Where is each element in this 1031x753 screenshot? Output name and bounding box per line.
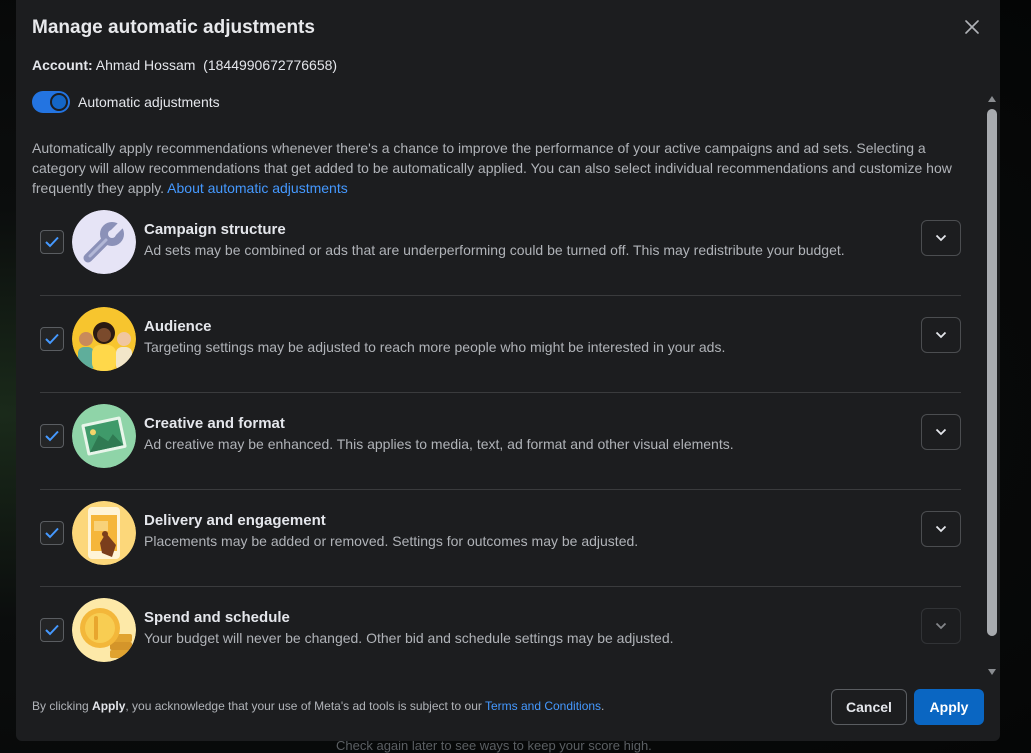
scrollbar-thumb[interactable] [987, 109, 997, 636]
category-title: Creative and format [144, 415, 285, 432]
category-description: Ad sets may be combined or ads that are … [144, 242, 845, 258]
people-icon [72, 307, 136, 371]
apply-button[interactable]: Apply [914, 689, 984, 725]
about-automatic-adjustments-link[interactable]: About automatic adjustments [167, 180, 348, 196]
terms-text: , you acknowledge that your use of Meta'… [125, 699, 485, 713]
category-spend-and-schedule: Spend and schedule Your budget will neve… [40, 587, 961, 678]
category-description: Placements may be added or removed. Sett… [144, 533, 639, 549]
toggle-label: Automatic adjustments [78, 94, 220, 110]
creative-and-format-checkbox[interactable] [40, 424, 64, 448]
chevron-down-icon [935, 428, 947, 436]
chevron-down-icon [935, 622, 947, 630]
terms-notice: By clicking Apply, you acknowledge that … [32, 699, 604, 713]
campaign-structure-expand-button[interactable] [921, 220, 961, 256]
category-title: Campaign structure [144, 221, 286, 238]
checkmark-icon [45, 527, 59, 539]
tap-icon [72, 501, 136, 565]
category-audience: Audience Targeting settings may be adjus… [40, 296, 961, 393]
category-description: Targeting settings may be adjusted to re… [144, 339, 726, 355]
chevron-down-icon [935, 331, 947, 339]
checkmark-icon [45, 333, 59, 345]
scroll-down-arrow-icon[interactable] [988, 669, 996, 675]
account-value: Ahmad Hossam (1844990672776658) [95, 57, 338, 73]
creative-and-format-expand-button[interactable] [921, 414, 961, 450]
category-delivery-and-engagement: Delivery and engagement Placements may b… [40, 490, 961, 587]
spend-and-schedule-checkbox[interactable] [40, 618, 64, 642]
toggle-knob [50, 93, 68, 111]
category-campaign-structure: Campaign structure Ad sets may be combin… [40, 199, 961, 296]
campaign-structure-checkbox[interactable] [40, 230, 64, 254]
terms-and-conditions-link[interactable]: Terms and Conditions [485, 699, 601, 713]
category-title: Spend and schedule [144, 609, 290, 626]
spend-and-schedule-expand-button[interactable] [921, 608, 961, 644]
scrollbar[interactable] [985, 93, 999, 678]
checkmark-icon [45, 430, 59, 442]
scroll-up-arrow-icon[interactable] [988, 96, 996, 102]
category-creative-and-format: Creative and format Ad creative may be e… [40, 393, 961, 490]
cancel-button[interactable]: Cancel [831, 689, 907, 725]
dialog-title: Manage automatic adjustments [32, 17, 315, 38]
terms-text: . [601, 699, 605, 713]
account-label: Account: [32, 57, 93, 73]
checkmark-icon [45, 236, 59, 248]
category-description: Ad creative may be enhanced. This applie… [144, 436, 734, 452]
automatic-adjustments-toggle-row: Automatic adjustments [32, 91, 220, 113]
image-icon [72, 404, 136, 468]
category-description: Your budget will never be changed. Other… [144, 630, 674, 646]
wrench-icon [72, 210, 136, 274]
audience-checkbox[interactable] [40, 327, 64, 351]
automatic-adjustments-toggle[interactable] [32, 91, 70, 113]
checkmark-icon [45, 624, 59, 636]
manage-adjustments-dialog: Manage automatic adjustments Account: Ah… [16, 0, 1000, 741]
coins-icon [72, 598, 136, 662]
chevron-down-icon [935, 234, 947, 242]
description-text: Automatically apply recommendations when… [32, 138, 972, 198]
close-icon [965, 20, 979, 34]
terms-apply-word: Apply [92, 699, 126, 713]
category-title: Audience [144, 318, 212, 335]
close-button[interactable] [960, 15, 984, 39]
audience-expand-button[interactable] [921, 317, 961, 353]
account-line: Account: Ahmad Hossam (1844990672776658) [32, 57, 337, 73]
delivery-and-engagement-checkbox[interactable] [40, 521, 64, 545]
category-title: Delivery and engagement [144, 512, 326, 529]
delivery-and-engagement-expand-button[interactable] [921, 511, 961, 547]
terms-text: By clicking [32, 699, 93, 713]
categories-scroll-area: Automatically apply recommendations when… [32, 128, 982, 678]
chevron-down-icon [935, 525, 947, 533]
